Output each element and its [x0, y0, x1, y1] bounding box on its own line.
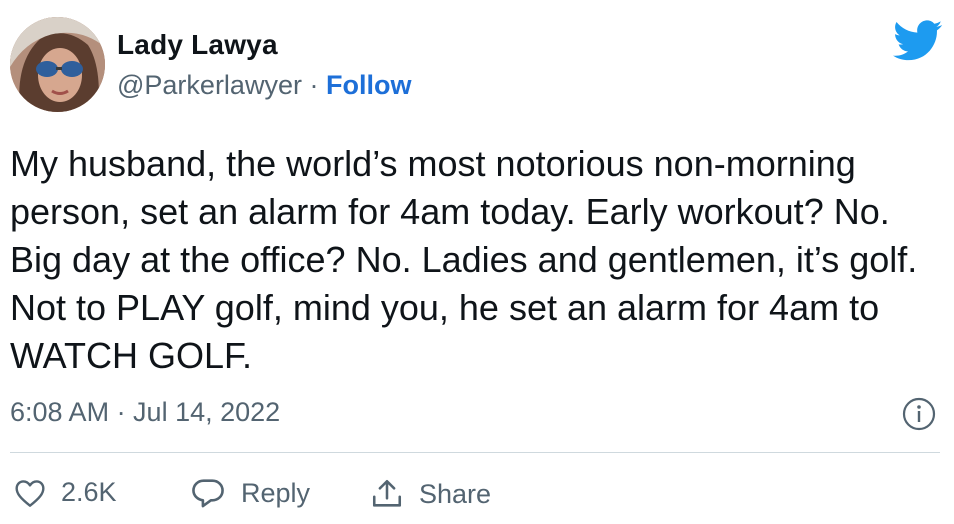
separator-dot: ·: [309, 70, 319, 100]
avatar-photo: [10, 17, 105, 112]
like-count: 2.6K: [61, 477, 117, 507]
info-icon[interactable]: [902, 397, 936, 431]
like-button[interactable]: 2.6K: [14, 477, 117, 508]
twitter-bird-icon[interactable]: [893, 20, 943, 62]
author-display-name[interactable]: Lady Lawya: [117, 29, 278, 61]
reply-label: Reply: [241, 477, 311, 508]
tweet-timestamp[interactable]: 6:08 AM · Jul 14, 2022: [10, 397, 280, 428]
heart-icon: [15, 479, 45, 507]
author-handle[interactable]: @Parkerlawyer: [117, 70, 302, 100]
share-button[interactable]: Share: [370, 477, 491, 511]
avatar[interactable]: [10, 17, 105, 112]
tweet-text: My husband, the world’s most notorious n…: [10, 143, 918, 376]
divider: [10, 452, 940, 453]
author-meta-line: @Parkerlawyer · Follow: [117, 70, 411, 101]
share-icon: [372, 479, 402, 507]
follow-button[interactable]: Follow: [326, 70, 411, 100]
reply-button[interactable]: Reply: [190, 477, 310, 509]
share-label: Share: [419, 478, 492, 509]
reply-bubble-icon: [192, 479, 224, 508]
